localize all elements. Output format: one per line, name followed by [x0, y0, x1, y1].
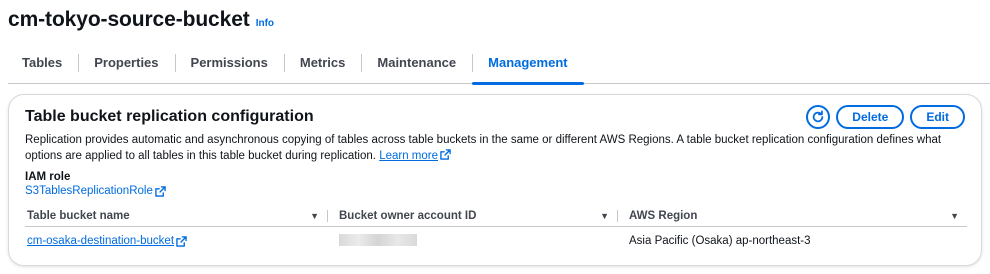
panel-title: Table bucket replication configuration	[25, 108, 314, 125]
column-header-label: AWS Region	[629, 210, 698, 222]
tab-bar: Tables Properties Permissions Metrics Ma…	[8, 48, 990, 85]
tab-permissions[interactable]: Permissions	[174, 48, 284, 84]
cell-region: Asia Pacific (Osaka) ap-northeast-3	[629, 235, 811, 247]
bucket-link[interactable]: cm-osaka-destination-bucket	[27, 235, 327, 247]
edit-button[interactable]: Edit	[910, 105, 965, 129]
page-header: cm-tokyo-source-bucket Info	[8, 8, 274, 32]
delete-button[interactable]: Delete	[836, 105, 905, 129]
sort-down-icon: ▼	[950, 211, 959, 221]
column-header-bucket-name[interactable]: Table bucket name ▼	[25, 205, 327, 226]
cell-account-id	[327, 233, 617, 249]
refresh-icon	[813, 110, 824, 123]
sort-down-icon: ▼	[310, 211, 319, 221]
tab-properties[interactable]: Properties	[78, 48, 174, 84]
external-link-icon	[176, 235, 187, 247]
column-header-region[interactable]: AWS Region ▼	[617, 205, 967, 226]
description-text: Replication provides automatic and async…	[25, 134, 942, 162]
replication-config-panel: Table bucket replication configuration D…	[8, 94, 982, 266]
panel-description: Replication provides automatic and async…	[25, 132, 955, 164]
tab-metrics[interactable]: Metrics	[283, 48, 362, 84]
bucket-name: cm-osaka-destination-bucket	[27, 235, 175, 247]
sort-down-icon: ▼	[600, 211, 609, 221]
tab-management[interactable]: Management	[472, 48, 585, 85]
cell-bucket-name: cm-osaka-destination-bucket	[25, 235, 327, 247]
iam-role-value: S3TablesReplicationRole	[25, 185, 153, 197]
refresh-button[interactable]	[806, 105, 831, 129]
iam-role-label: IAM role	[25, 171, 71, 183]
external-link-icon	[440, 149, 451, 160]
tab-tables[interactable]: Tables	[8, 48, 78, 84]
learn-more-link[interactable]: Learn more	[379, 149, 451, 162]
column-header-label: Bucket owner account ID	[339, 210, 477, 222]
page-title: cm-tokyo-source-bucket	[8, 8, 250, 31]
learn-more-label: Learn more	[379, 150, 438, 162]
redacted-account-id	[339, 233, 417, 246]
external-link-icon	[155, 185, 166, 197]
table-row: cm-osaka-destination-bucket Asia Pacific…	[25, 229, 967, 253]
iam-role-link[interactable]: S3TablesReplicationRole	[25, 185, 166, 197]
column-header-label: Table bucket name	[27, 210, 130, 222]
panel-actions: Delete Edit	[806, 105, 965, 129]
tab-maintenance[interactable]: Maintenance	[361, 48, 472, 84]
column-header-account-id[interactable]: Bucket owner account ID ▼	[327, 205, 617, 226]
table-header: Table bucket name ▼ Bucket owner account…	[25, 205, 967, 227]
info-link[interactable]: Info	[256, 18, 274, 29]
